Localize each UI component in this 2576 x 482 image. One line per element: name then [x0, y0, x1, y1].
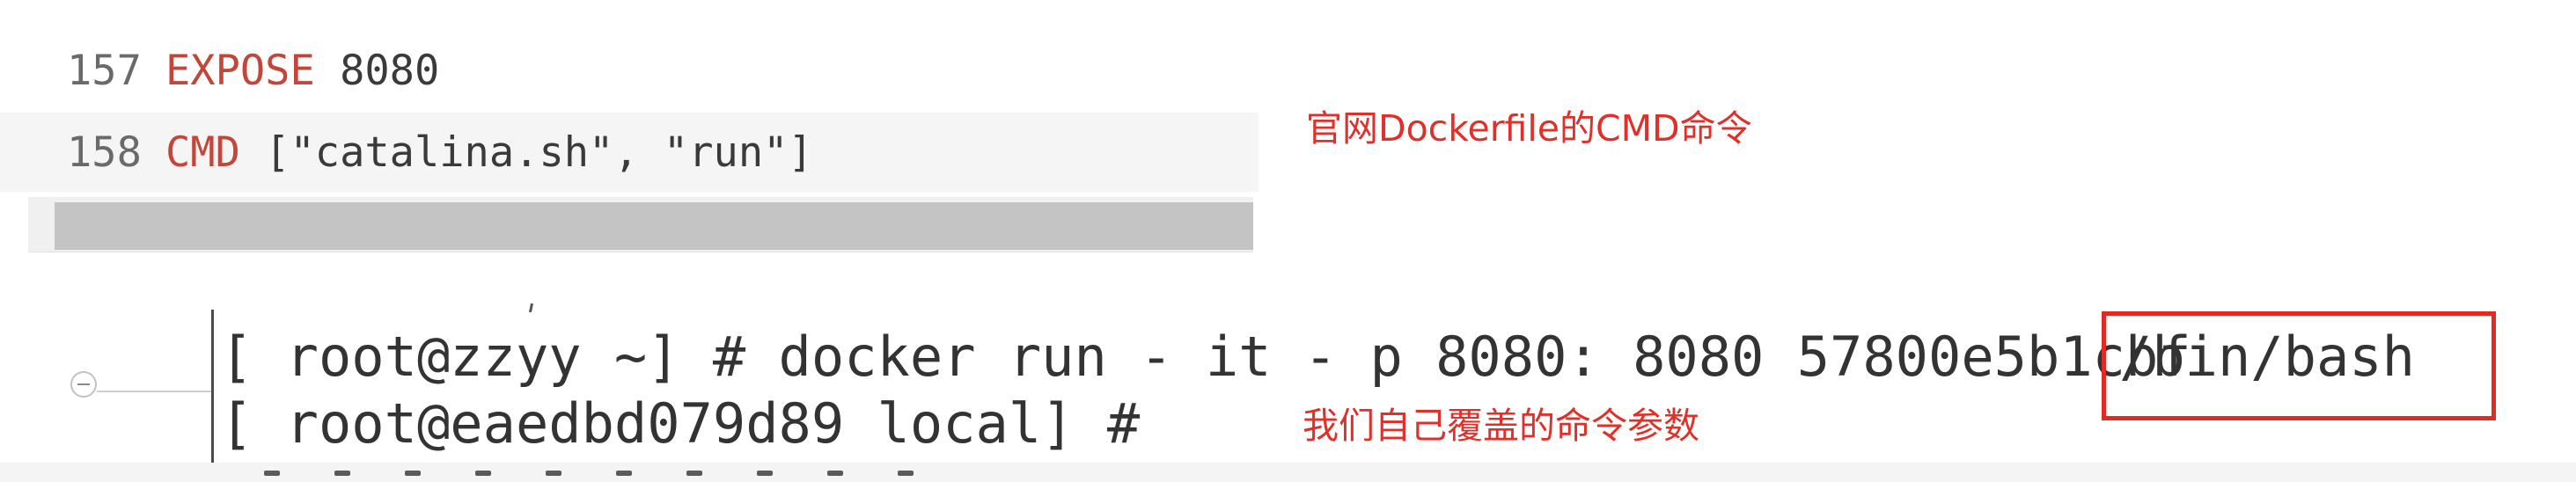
annotation-override-params: 我们自己覆盖的命令参数	[1303, 405, 1699, 447]
code-keyword: CMD	[165, 128, 240, 177]
line-number: 158	[67, 128, 142, 177]
terminal-prompt-line: [ root@eaedbd079d89 local] #	[220, 391, 1141, 456]
collapse-icon[interactable]	[70, 371, 97, 398]
annotation-official-cmd: 官网Dockerfile的CMD命令	[1306, 107, 1752, 150]
line-number: 157	[67, 46, 142, 95]
code-text: EXPOSE 8080	[165, 47, 439, 95]
code-argument: 8080	[314, 46, 440, 95]
code-argument: ["catalina.sh", "run"]	[239, 128, 813, 177]
cursor-tick	[528, 303, 534, 313]
terminal-highlighted-arg: /bin/bash	[2119, 325, 2415, 389]
screenshot-canvas: 157 EXPOSE 8080 158 CMD ["catalina.sh", …	[0, 0, 2576, 482]
fold-connector	[97, 391, 211, 392]
code-line-157: 157 EXPOSE 8080	[0, 31, 439, 110]
horizontal-scrollbar-thumb[interactable]	[55, 202, 1253, 250]
dockerfile-code-view: 157 EXPOSE 8080 158 CMD ["catalina.sh", …	[0, 0, 1259, 204]
code-text: CMD ["catalina.sh", "run"]	[165, 128, 813, 177]
terminal-left-bar	[211, 310, 214, 470]
code-line-158: 158 CMD ["catalina.sh", "run"]	[0, 113, 1259, 192]
code-keyword: EXPOSE	[165, 46, 315, 95]
terminal-command-line: [ root@zzyy ~] # docker run - it - p 808…	[220, 325, 2224, 389]
cut-off-next-line	[264, 464, 1074, 482]
